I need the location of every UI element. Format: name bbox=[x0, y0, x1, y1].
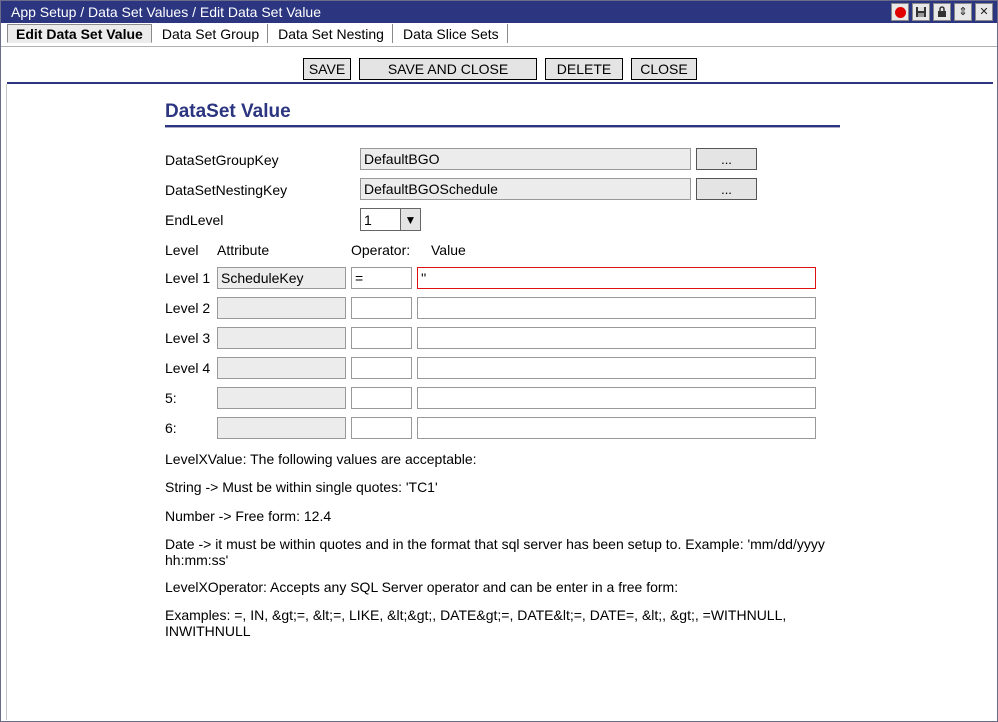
save-button[interactable]: SAVE bbox=[303, 58, 351, 80]
tab-data-slice-sets[interactable]: Data Slice Sets bbox=[395, 24, 508, 43]
help-text: LevelXOperator: Accepts any SQL Server o… bbox=[165, 579, 679, 595]
col-header-operator: Operator: bbox=[351, 242, 411, 258]
level-value-field[interactable] bbox=[417, 267, 816, 289]
end-level-select[interactable]: 1 ▼ bbox=[360, 208, 421, 231]
delete-button[interactable]: DELETE bbox=[545, 58, 623, 80]
help-text: LevelXValue: The following values are ac… bbox=[165, 451, 477, 467]
save-disk-icon[interactable] bbox=[912, 3, 930, 21]
help-text: String -> Must be within single quotes: … bbox=[165, 479, 438, 495]
level-label: Level 1 bbox=[165, 270, 211, 286]
level-value-field[interactable] bbox=[417, 357, 816, 379]
end-level-label: EndLevel bbox=[165, 212, 224, 228]
chevron-down-icon[interactable]: ▼ bbox=[400, 209, 420, 230]
window-title: App Setup / Data Set Values / Edit Data … bbox=[11, 4, 322, 20]
level-value-field[interactable] bbox=[417, 327, 816, 349]
level-value-field[interactable] bbox=[417, 297, 816, 319]
save-and-close-button[interactable]: SAVE AND CLOSE bbox=[359, 58, 537, 80]
level-operator-field[interactable] bbox=[351, 357, 412, 379]
nesting-key-lookup-button[interactable]: ... bbox=[696, 178, 757, 200]
level-attribute-field[interactable] bbox=[217, 267, 346, 289]
level-attribute-field[interactable] bbox=[217, 327, 346, 349]
level-label: 5: bbox=[165, 390, 177, 406]
record-icon[interactable] bbox=[891, 3, 909, 21]
end-level-value: 1 bbox=[364, 211, 372, 228]
help-text: Number -> Free form: 12.4 bbox=[165, 508, 332, 524]
level-operator-field[interactable] bbox=[351, 327, 412, 349]
section-title: DataSet Value bbox=[165, 101, 291, 122]
level-attribute-field[interactable] bbox=[217, 417, 346, 439]
level-value-field[interactable] bbox=[417, 417, 816, 439]
col-header-value: Value bbox=[431, 242, 466, 258]
lock-icon[interactable] bbox=[933, 3, 951, 21]
section-divider bbox=[165, 125, 840, 128]
title-bar: App Setup / Data Set Values / Edit Data … bbox=[1, 1, 997, 23]
app-window: App Setup / Data Set Values / Edit Data … bbox=[0, 0, 998, 722]
level-attribute-field[interactable] bbox=[217, 297, 346, 319]
level-label: Level 3 bbox=[165, 330, 211, 346]
col-header-attribute: Attribute bbox=[217, 242, 270, 258]
level-label: 6: bbox=[165, 420, 177, 436]
nesting-key-label: DataSetNestingKey bbox=[165, 182, 288, 198]
level-operator-field[interactable] bbox=[351, 417, 412, 439]
help-text: Examples: =, IN, &gt;=, &lt;=, LIKE, &lt… bbox=[165, 607, 787, 639]
level-label: Level 2 bbox=[165, 300, 211, 316]
content-divider bbox=[6, 84, 7, 720]
group-key-label: DataSetGroupKey bbox=[165, 152, 279, 168]
level-label: Level 4 bbox=[165, 360, 211, 376]
tab-data-set-nesting[interactable]: Data Set Nesting bbox=[270, 24, 393, 43]
level-operator-field[interactable] bbox=[351, 297, 412, 319]
nesting-key-field[interactable] bbox=[360, 178, 691, 200]
group-key-lookup-button[interactable]: ... bbox=[696, 148, 757, 170]
tab-data-set-group[interactable]: Data Set Group bbox=[154, 24, 269, 43]
group-key-field[interactable] bbox=[360, 148, 691, 170]
close-button[interactable]: CLOSE bbox=[631, 58, 697, 80]
tab-bar: Edit Data Set Value Data Set Group Data … bbox=[1, 23, 997, 47]
level-attribute-field[interactable] bbox=[217, 357, 346, 379]
level-operator-field[interactable] bbox=[351, 267, 412, 289]
refresh-icon[interactable]: ⇕ bbox=[954, 3, 972, 21]
close-icon[interactable]: ✕ bbox=[975, 3, 993, 21]
action-toolbar: SAVE SAVE AND CLOSE DELETE CLOSE bbox=[7, 55, 993, 84]
col-header-level: Level bbox=[165, 242, 199, 258]
help-text: Date -> it must be within quotes and in … bbox=[165, 536, 825, 568]
tab-edit-data-set-value[interactable]: Edit Data Set Value bbox=[7, 24, 152, 43]
level-operator-field[interactable] bbox=[351, 387, 412, 409]
level-value-field[interactable] bbox=[417, 387, 816, 409]
window-controls: ⇕ ✕ bbox=[891, 3, 993, 21]
level-attribute-field[interactable] bbox=[217, 387, 346, 409]
